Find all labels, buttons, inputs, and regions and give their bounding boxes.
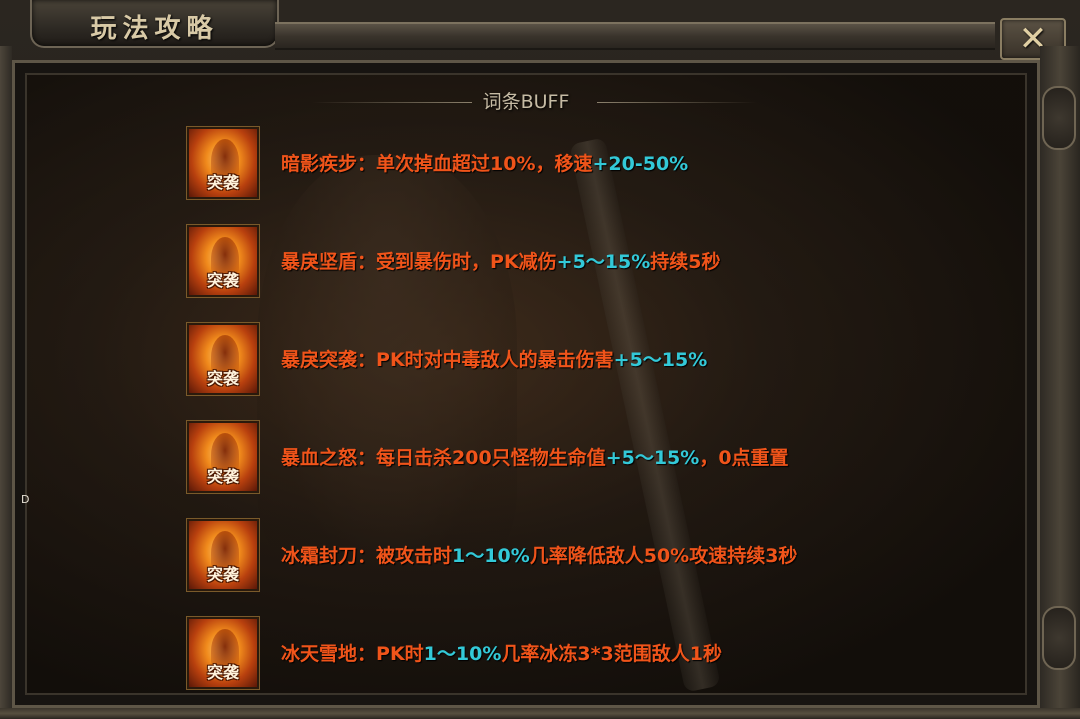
buff-icon[interactable]: 突袭 bbox=[186, 518, 260, 592]
buff-description: 冰霜封刀：被攻击时1～10%几率降低敌人50%攻速持续3秒 bbox=[281, 541, 797, 568]
section-header: 词条BUFF bbox=[27, 88, 1025, 116]
bottom-frame-border bbox=[0, 708, 1080, 719]
content-panel: 词条BUFF 突袭 暗影疾步：单次掉血超过10%，移速+20-50% 突袭 暴戾… bbox=[12, 60, 1040, 708]
buff-name: 冰天雪地： bbox=[281, 643, 377, 665]
buff-desc-text: 几率降低敌人50%攻速持续3秒 bbox=[529, 545, 798, 567]
header-divider-left bbox=[312, 102, 472, 103]
frame-ornament-icon bbox=[1042, 606, 1076, 670]
buff-row: 突袭 暴戾坚盾：受到暴伤时，PK减伤+5～15%持续5秒 bbox=[186, 224, 987, 301]
buff-icon[interactable]: 突袭 bbox=[186, 616, 260, 690]
buff-description: 暴血之怒：每日击杀200只怪物生命值+5～15%，0点重置 bbox=[281, 443, 789, 470]
buff-icon-label: 突袭 bbox=[206, 173, 239, 192]
buff-name: 暴血之怒： bbox=[281, 447, 377, 469]
buff-value: +5～15% bbox=[605, 447, 700, 469]
buff-value: +20-50% bbox=[592, 153, 689, 175]
buff-desc-text: 几率冰冻3*3范围敌人1秒 bbox=[501, 643, 722, 665]
section-title: 词条BUFF bbox=[482, 91, 570, 113]
buff-row: 突袭 暗影疾步：单次掉血超过10%，移速+20-50% bbox=[186, 126, 987, 203]
buff-row: 突袭 暴血之怒：每日击杀200只怪物生命值+5～15%，0点重置 bbox=[186, 420, 987, 497]
buff-icon-label: 突袭 bbox=[206, 467, 239, 486]
buff-description: 暗影疾步：单次掉血超过10%，移速+20-50% bbox=[281, 149, 688, 176]
left-frame-border bbox=[0, 46, 12, 719]
background-blade-image bbox=[569, 137, 721, 693]
content-panel-inner[interactable]: 词条BUFF 突袭 暗影疾步：单次掉血超过10%，移速+20-50% 突袭 暴戾… bbox=[25, 73, 1027, 695]
window-title: 玩法攻略 bbox=[90, 14, 219, 44]
buff-name: 冰霜封刀： bbox=[281, 545, 377, 567]
buff-value: +5～15% bbox=[556, 251, 651, 273]
buff-row: 突袭 暴戾突袭：PK时对中毒敌人的暴击伤害+5～15% bbox=[186, 322, 987, 399]
buff-icon-label: 突袭 bbox=[206, 663, 239, 682]
buff-icon[interactable]: 突袭 bbox=[186, 224, 260, 298]
buff-name: 暴戾突袭： bbox=[281, 349, 377, 371]
window-title-tab: 玩法攻略 bbox=[30, 0, 279, 48]
buff-value: +5～15% bbox=[613, 349, 708, 371]
buff-desc-text: 每日击杀200只怪物生命值 bbox=[376, 447, 606, 469]
buff-desc-text: 单次掉血超过10%，移速 bbox=[376, 153, 593, 175]
buff-row: 突袭 冰天雪地：PK时1～10%几率冰冻3*3范围敌人1秒 bbox=[186, 616, 987, 693]
buff-name: 暗影疾步： bbox=[281, 153, 377, 175]
buff-value: 1～10% bbox=[452, 545, 530, 567]
buff-desc-text: 被攻击时 bbox=[376, 545, 453, 567]
buff-icon-label: 突袭 bbox=[206, 565, 239, 584]
buff-desc-text: 持续5秒 bbox=[650, 251, 721, 273]
top-frame-bar bbox=[275, 22, 995, 50]
game-guide-window: 玩法攻略 ✕ 词条BUFF 突袭 暗影疾步：单次掉血超过10%，移速+20-50… bbox=[0, 0, 1080, 719]
header-divider-right bbox=[597, 102, 757, 103]
buff-desc-text: PK时 bbox=[376, 643, 424, 665]
buff-desc-text: PK时对中毒敌人的暴击伤害 bbox=[376, 349, 614, 371]
buff-icon-label: 突袭 bbox=[206, 369, 239, 388]
right-frame-border bbox=[1040, 46, 1080, 719]
buff-icon[interactable]: 突袭 bbox=[186, 126, 260, 200]
buff-name: 暴戾坚盾： bbox=[281, 251, 377, 273]
buff-row: 突袭 冰霜封刀：被攻击时1～10%几率降低敌人50%攻速持续3秒 bbox=[186, 518, 987, 595]
edge-marker: D bbox=[21, 493, 30, 506]
buff-desc-text: 受到暴伤时，PK减伤 bbox=[376, 251, 557, 273]
buff-description: 暴戾坚盾：受到暴伤时，PK减伤+5～15%持续5秒 bbox=[281, 247, 721, 274]
buff-description: 暴戾突袭：PK时对中毒敌人的暴击伤害+5～15% bbox=[281, 345, 707, 372]
buff-desc-text: ，0点重置 bbox=[699, 447, 789, 469]
buff-icon-label: 突袭 bbox=[206, 271, 239, 290]
buff-icon[interactable]: 突袭 bbox=[186, 420, 260, 494]
buff-value: 1～10% bbox=[423, 643, 502, 665]
buff-description: 冰天雪地：PK时1～10%几率冰冻3*3范围敌人1秒 bbox=[281, 639, 722, 666]
frame-ornament-icon bbox=[1042, 86, 1076, 150]
buff-icon[interactable]: 突袭 bbox=[186, 322, 260, 396]
